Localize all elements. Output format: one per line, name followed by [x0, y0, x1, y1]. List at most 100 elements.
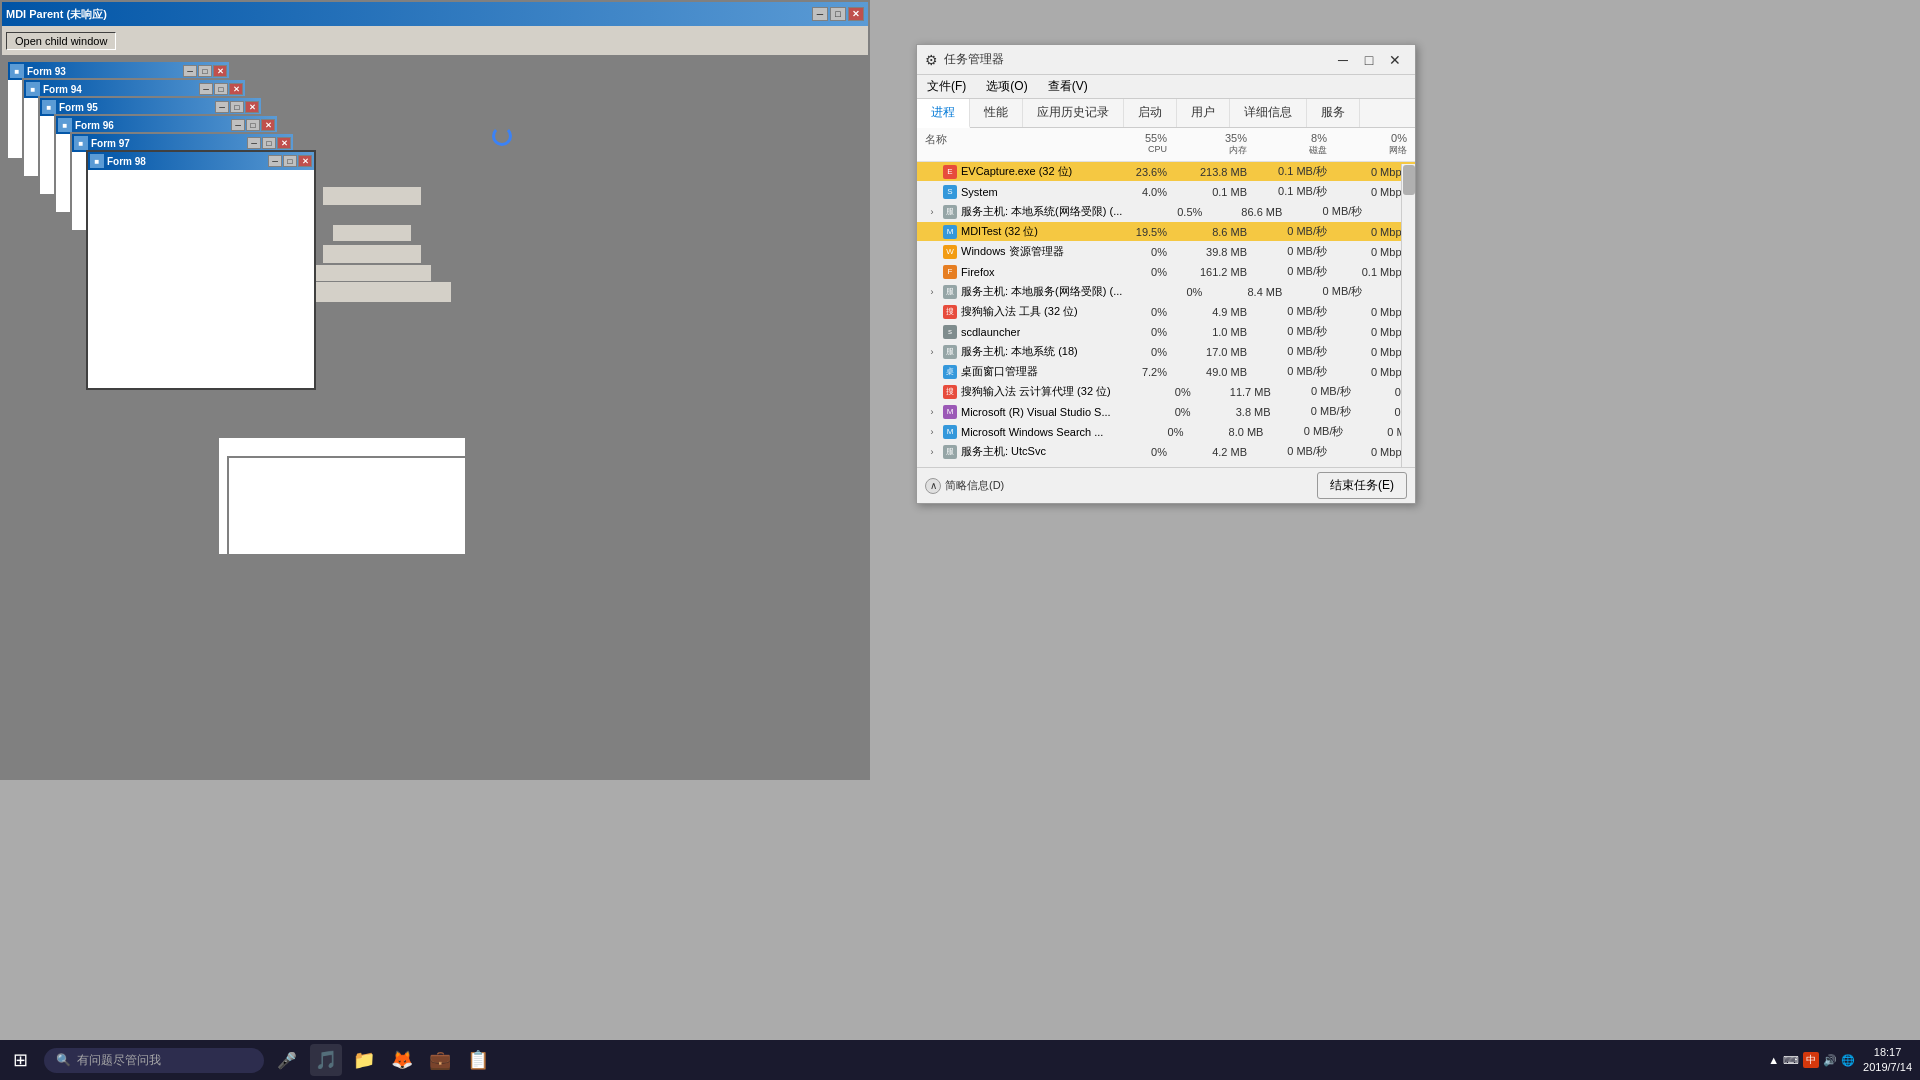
scrollbar[interactable] — [1401, 164, 1415, 467]
form96-restore[interactable]: □ — [246, 119, 260, 131]
form98-content — [88, 170, 314, 388]
tray-ime[interactable]: 中 — [1803, 1052, 1819, 1068]
close-button[interactable]: ✕ — [848, 7, 864, 21]
expand-arrow-icon[interactable]: › — [925, 445, 939, 459]
form93-minimize[interactable]: ─ — [183, 65, 197, 77]
process-row[interactable]: ›服服务主机: 本地服务(网络受限) (...0%8.4 MB0 MB/秒0 M… — [917, 282, 1415, 302]
restore-button[interactable]: □ — [830, 7, 846, 21]
open-child-window-button[interactable]: Open child window — [6, 32, 116, 50]
process-disk: 0 MB/秒 — [1247, 264, 1327, 279]
form98-minimize[interactable]: ─ — [268, 155, 282, 167]
process-row[interactable]: 搜搜狗输入法 云计算代理 (32 位)0%11.7 MB0 MB/秒0 Mbps — [917, 382, 1415, 402]
start-button[interactable]: ⊞ — [0, 1040, 40, 1080]
form96-minimize[interactable]: ─ — [231, 119, 245, 131]
tm-close-button[interactable]: ✕ — [1383, 48, 1407, 72]
process-net: 0 Mbps — [1327, 346, 1407, 358]
expand-arrow-icon[interactable]: › — [925, 285, 939, 299]
tm-menu-options[interactable]: 选项(O) — [980, 76, 1033, 97]
process-name: ›服服务主机: 本地系统 (18) — [925, 344, 1087, 359]
process-row[interactable]: ›MMicrosoft (R) Visual Studio S...0%3.8 … — [917, 402, 1415, 422]
expand-arrow-icon[interactable]: › — [925, 425, 939, 439]
expand-arrow-icon[interactable]: › — [925, 205, 939, 219]
process-row[interactable]: ›MMicrosoft Windows Search ...0%8.0 MB0 … — [917, 422, 1415, 442]
tm-menu-file[interactable]: 文件(F) — [921, 76, 972, 97]
process-row[interactable]: SSystem4.0%0.1 MB0.1 MB/秒0 Mbps — [917, 182, 1415, 202]
form94-minimize[interactable]: ─ — [199, 83, 213, 95]
process-mem: 161.2 MB — [1167, 266, 1247, 278]
tray-network[interactable]: 🌐 — [1841, 1054, 1855, 1067]
form93-btns: ─ □ ✕ — [183, 65, 227, 77]
col-header-cpu[interactable]: 55%CPU — [1087, 132, 1167, 157]
process-row[interactable]: FFirefox0%161.2 MB0 MB/秒0.1 Mbps — [917, 262, 1415, 282]
summary-label: 简略信息(D) — [945, 478, 1004, 493]
form93-restore[interactable]: □ — [198, 65, 212, 77]
task-manager-footer: ∧ 简略信息(D) 结束任务(E) — [917, 467, 1415, 503]
task-manager-title-buttons: ─ □ ✕ — [1331, 48, 1407, 72]
search-bar[interactable]: 🔍 有问题尽管问我 — [44, 1048, 264, 1073]
process-disk: 0.1 MB/秒 — [1247, 184, 1327, 199]
form95-restore[interactable]: □ — [230, 101, 244, 113]
form94-close[interactable]: ✕ — [229, 83, 243, 95]
tab-processes[interactable]: 进程 — [917, 99, 970, 128]
process-row[interactable]: 桌桌面窗口管理器7.2%49.0 MB0 MB/秒0 Mbps — [917, 362, 1415, 382]
expand-arrow-icon[interactable]: › — [925, 405, 939, 419]
mic-icon[interactable]: 🎤 — [272, 1045, 302, 1075]
tab-users[interactable]: 用户 — [1177, 99, 1230, 127]
form96-close[interactable]: ✕ — [261, 119, 275, 131]
form93-close[interactable]: ✕ — [213, 65, 227, 77]
process-row[interactable]: sscdlauncher0%1.0 MB0 MB/秒0 Mbps — [917, 322, 1415, 342]
process-row[interactable]: MMDITest (32 位)19.5%8.6 MB0 MB/秒0 Mbps — [917, 222, 1415, 242]
tab-details[interactable]: 详细信息 — [1230, 99, 1307, 127]
taskbar-icon-files[interactable]: 📁 — [348, 1044, 380, 1076]
tab-services[interactable]: 服务 — [1307, 99, 1360, 127]
tab-app-history[interactable]: 应用历史记录 — [1023, 99, 1124, 127]
col-header-name[interactable]: 名称 — [925, 132, 1087, 157]
mdi-child-form98[interactable]: ■ Form 98 ─ □ ✕ — [86, 150, 316, 390]
process-name-text: 服务主机: 本地系统 (18) — [961, 344, 1078, 359]
tm-menu-view[interactable]: 查看(V) — [1042, 76, 1094, 97]
tm-restore-button[interactable]: □ — [1357, 48, 1381, 72]
taskbar-right: ▲ ⌨ 中 🔊 🌐 18:17 2019/7/14 — [1768, 1045, 1920, 1076]
form97-restore[interactable]: □ — [262, 137, 276, 149]
form98-close[interactable]: ✕ — [298, 155, 312, 167]
process-row[interactable]: 搜搜狗输入法 工具 (32 位)0%4.9 MB0 MB/秒0 Mbps — [917, 302, 1415, 322]
expand-button[interactable]: ∧ — [925, 478, 941, 494]
scrollbar-thumb[interactable] — [1403, 165, 1415, 195]
col-header-mem[interactable]: 35%内存 — [1167, 132, 1247, 157]
tab-performance[interactable]: 性能 — [970, 99, 1023, 127]
taskbar-icon-3[interactable]: 💼 — [424, 1044, 456, 1076]
end-task-button[interactable]: 结束任务(E) — [1317, 472, 1407, 499]
process-icon: 搜 — [943, 305, 957, 319]
mdi-parent-window[interactable]: MDI Parent (未响应) ─ □ ✕ Open child window… — [0, 0, 870, 780]
task-manager-window[interactable]: ⚙ 任务管理器 ─ □ ✕ 文件(F) 选项(O) 查看(V) 进程 性能 应用… — [916, 44, 1416, 504]
process-name: ›服服务主机: 本地系统(网络受限) (... — [925, 204, 1122, 219]
form95-minimize[interactable]: ─ — [215, 101, 229, 113]
minimize-button[interactable]: ─ — [812, 7, 828, 21]
taskbar-icon-4[interactable]: 📋 — [462, 1044, 494, 1076]
process-row[interactable]: EEVCapture.exe (32 位)23.6%213.8 MB0.1 MB… — [917, 162, 1415, 182]
process-row[interactable]: WWindows 资源管理器0%39.8 MB0 MB/秒0 Mbps — [917, 242, 1415, 262]
tm-minimize-button[interactable]: ─ — [1331, 48, 1355, 72]
form97-minimize[interactable]: ─ — [247, 137, 261, 149]
taskbar-icon-firefox[interactable]: 🦊 — [386, 1044, 418, 1076]
clock[interactable]: 18:17 2019/7/14 — [1863, 1045, 1912, 1076]
tray-volume[interactable]: 🔊 — [1823, 1054, 1837, 1067]
col-header-disk[interactable]: 8%磁盘 — [1247, 132, 1327, 157]
form98-restore[interactable]: □ — [283, 155, 297, 167]
col-header-net[interactable]: 0%网络 — [1327, 132, 1407, 157]
form94-restore[interactable]: □ — [214, 83, 228, 95]
tray-chevron[interactable]: ▲ — [1768, 1054, 1779, 1066]
process-row[interactable]: ›服服务主机: 本地系统 (18)0%17.0 MB0 MB/秒0 Mbps — [917, 342, 1415, 362]
expand-arrow-icon[interactable]: › — [925, 345, 939, 359]
search-text: 有问题尽管问我 — [77, 1052, 161, 1069]
form95-close[interactable]: ✕ — [245, 101, 259, 113]
taskbar-icon-kugou[interactable]: 🎵 — [310, 1044, 342, 1076]
process-disk: 0 MB/秒 — [1247, 304, 1327, 319]
process-row[interactable]: ›服服务主机: UtcSvc0%4.2 MB0 MB/秒0 Mbps — [917, 442, 1415, 462]
tray-keyboard[interactable]: ⌨ — [1783, 1054, 1799, 1067]
form97-close[interactable]: ✕ — [277, 137, 291, 149]
process-name: SSystem — [925, 185, 1087, 199]
process-list[interactable]: EEVCapture.exe (32 位)23.6%213.8 MB0.1 MB… — [917, 162, 1415, 472]
tab-startup[interactable]: 启动 — [1124, 99, 1177, 127]
process-row[interactable]: ›服服务主机: 本地系统(网络受限) (...0.5%86.6 MB0 MB/秒… — [917, 202, 1415, 222]
